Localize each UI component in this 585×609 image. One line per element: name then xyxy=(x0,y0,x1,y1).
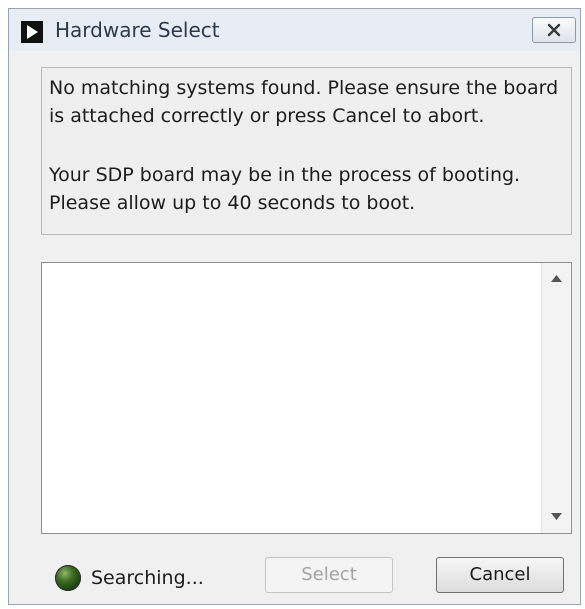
message-line: Your SDP board may be in the process of … xyxy=(49,164,521,186)
hardware-select-dialog: Hardware Select No matching systems foun… xyxy=(8,8,581,605)
close-icon xyxy=(547,23,561,37)
device-list[interactable] xyxy=(41,262,572,534)
status-led-icon xyxy=(55,565,81,591)
message-line: Please allow up to 40 seconds to boot. xyxy=(49,192,416,214)
status-text: Searching... xyxy=(91,567,204,589)
message-line: No matching systems found. Please ensure… xyxy=(49,77,559,99)
triangle-down-icon xyxy=(551,513,562,520)
cancel-button[interactable]: Cancel xyxy=(436,557,564,593)
triangle-up-icon xyxy=(551,275,562,282)
message-panel: No matching systems found. Please ensure… xyxy=(41,67,572,235)
select-button[interactable]: Select xyxy=(265,557,393,593)
scroll-down-button[interactable] xyxy=(542,503,571,531)
close-button[interactable] xyxy=(532,17,576,43)
title-bar: Hardware Select xyxy=(9,9,580,51)
message-line: is attached correctly or press Cancel to… xyxy=(49,105,485,127)
scroll-up-button[interactable] xyxy=(542,265,571,293)
scroll-track[interactable] xyxy=(542,295,571,501)
vertical-scrollbar[interactable] xyxy=(541,263,571,533)
play-icon xyxy=(21,21,43,43)
window-title: Hardware Select xyxy=(55,18,220,42)
